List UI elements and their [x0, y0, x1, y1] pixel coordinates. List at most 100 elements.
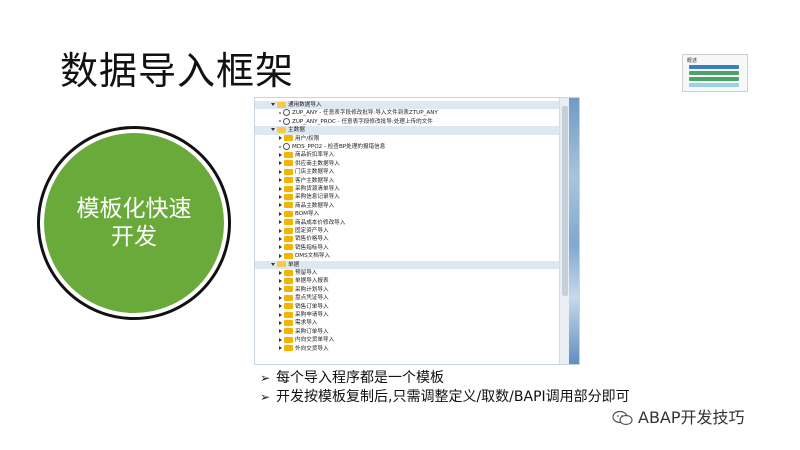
expand-right-icon[interactable] [279, 194, 282, 199]
tree-row[interactable]: ZUP_ANY - 任意表字段修改批导:导入文件到表ZTUP_ANY [255, 109, 559, 117]
tree-row-label: 内向交货单导入 [295, 337, 335, 344]
expand-right-icon[interactable] [279, 270, 282, 275]
tree-row[interactable]: 内向交货单导入 [255, 336, 559, 344]
slide-thumbnail: 概述 [682, 54, 748, 92]
tree-row[interactable]: 销售价格导入 [255, 235, 559, 243]
folder-icon [284, 235, 293, 242]
folder-icon [284, 202, 293, 209]
expand-right-icon[interactable] [279, 228, 282, 233]
expand-right-icon[interactable] [279, 169, 282, 174]
folder-icon [284, 185, 293, 192]
tree-row[interactable]: 商品主数据导入 [255, 202, 559, 210]
tree-row-label: 外向交货导入 [295, 345, 329, 352]
tree-row-label: 需求导入 [295, 320, 318, 327]
thumbnail-bar [689, 71, 739, 75]
wechat-icon [612, 410, 633, 426]
tree-row[interactable]: 单据导入报表 [255, 277, 559, 285]
tree-row[interactable]: 单据 [255, 260, 559, 269]
expand-right-icon[interactable] [279, 152, 282, 157]
expand-right-icon[interactable] [279, 161, 282, 166]
expand-right-icon[interactable] [279, 236, 282, 241]
tree-row-label: MDS_PPO2 - 检查BP处理的报错信息 [292, 144, 386, 150]
tree-row[interactable]: 采购计划导入 [255, 286, 559, 294]
tree-row[interactable]: 销售订单导入 [255, 303, 559, 311]
expand-down-icon[interactable] [271, 128, 275, 132]
expand-right-icon[interactable] [279, 312, 282, 317]
tree-row-label: DMS文档导入 [295, 253, 331, 260]
tree-row-label: 盘点凭证导入 [295, 295, 329, 302]
expand-right-icon[interactable] [279, 278, 282, 283]
expand-down-icon[interactable] [271, 262, 275, 266]
tree-row[interactable]: 主数据 [255, 126, 559, 135]
tree-row[interactable]: 客户主数据导入 [255, 177, 559, 185]
tree-row[interactable]: 商品成本价修改导入 [255, 219, 559, 227]
folder-icon [284, 294, 293, 301]
bullet-text: 每个导入程序都是一个模板 [276, 370, 444, 386]
tree-row[interactable]: 采购订单导入 [255, 328, 559, 336]
expand-right-icon[interactable] [279, 203, 282, 208]
tree-row[interactable]: 销售指标导入 [255, 244, 559, 252]
tree-row[interactable]: 商品折扣率导入 [255, 151, 559, 159]
tree-row[interactable]: 门店主数据导入 [255, 168, 559, 176]
tree-row-label: 通用数据导入 [288, 102, 322, 108]
tree-row-label: 客户主数据导入 [295, 177, 335, 184]
bullet-item: ➢ 每个导入程序都是一个模板 [260, 369, 740, 388]
circle-label: 模板化快速开发 [76, 196, 192, 250]
tree-row[interactable]: ZUP_ANY_PROC - 任意表字段修改批导:处理上传的文件 [255, 117, 559, 126]
expand-right-icon[interactable] [279, 220, 282, 225]
folder-icon [284, 219, 293, 226]
tree-row[interactable]: 通用数据导入 [255, 101, 559, 110]
tree-row[interactable]: BOM导入 [255, 210, 559, 218]
expand-right-icon[interactable] [279, 337, 282, 342]
leaf-dot-icon [279, 120, 281, 123]
expand-right-icon[interactable] [279, 136, 282, 141]
expand-right-icon[interactable] [279, 295, 282, 300]
tree-row-label: 固定资产导入 [295, 228, 329, 234]
tree-row[interactable]: 采购申请导入 [255, 311, 559, 319]
tree-row[interactable]: 固定资产导入 [255, 227, 559, 235]
folder-icon [284, 277, 293, 284]
sap-tree-screenshot: 通用数据导入 ZUP_ANY - 任意表字段修改批导:导入文件到表ZTUP_ANY… [254, 97, 580, 365]
expand-right-icon[interactable] [279, 253, 282, 258]
tree-row[interactable]: 需求导入 [255, 319, 559, 327]
tree-row-label: 门店主数据导入 [295, 169, 335, 176]
tree-row[interactable]: 供应商主数据导入 [255, 160, 559, 168]
expand-right-icon[interactable] [279, 320, 282, 325]
folder-open-icon [277, 261, 286, 268]
expand-right-icon[interactable] [279, 346, 282, 351]
tree-row[interactable]: 预留导入 [255, 269, 559, 277]
expand-right-icon[interactable] [279, 178, 282, 183]
expand-down-icon[interactable] [271, 103, 275, 106]
tree-row[interactable]: DMS文档导入 [255, 252, 559, 260]
expand-right-icon[interactable] [279, 287, 282, 292]
folder-open-icon [277, 101, 286, 108]
expand-right-icon[interactable] [279, 245, 282, 250]
program-icon [283, 109, 290, 117]
folder-icon [284, 177, 293, 184]
expand-right-icon[interactable] [279, 186, 282, 191]
tree-row[interactable]: MDS_PPO2 - 检查BP处理的报错信息 [255, 143, 559, 151]
tree-row[interactable]: 用户/权限 [255, 135, 559, 143]
folder-icon [284, 227, 293, 234]
tree-row[interactable]: 盘点凭证导入 [255, 294, 559, 302]
scrollbar-thumb[interactable] [562, 106, 568, 296]
leaf-dot-icon [279, 145, 281, 148]
template-dev-circle: 模板化快速开发 [44, 133, 224, 313]
tree-row-label: 供应商主数据导入 [295, 160, 340, 167]
folder-icon [284, 286, 293, 293]
tree-row-label: 用户/权限 [295, 135, 320, 142]
tree-row[interactable]: 外向交货导入 [255, 345, 559, 353]
program-icon [283, 143, 290, 150]
bullet-list: ➢ 每个导入程序都是一个模板 ➢ 开发按模板复制后,只需调整定义/取数/BAPI调用… [260, 369, 740, 407]
tree-row[interactable]: 采购信息记录导入 [255, 193, 559, 201]
tree-row-label: BOM导入 [295, 211, 320, 218]
bullet-text: 开发按模板复制后,只需调整定义/取数/BAPI调用部分即可 [276, 389, 630, 405]
arrow-bullet-icon: ➢ [260, 390, 271, 404]
program-tree: 通用数据导入 ZUP_ANY - 任意表字段修改批导:导入文件到表ZTUP_ANY… [255, 98, 559, 364]
tree-row[interactable]: 采购货源清单导入 [255, 185, 559, 193]
expand-right-icon[interactable] [279, 211, 282, 216]
folder-icon [284, 244, 293, 251]
expand-right-icon[interactable] [279, 329, 282, 334]
tree-row-label: 商品主数据导入 [295, 202, 335, 209]
expand-right-icon[interactable] [279, 304, 282, 309]
